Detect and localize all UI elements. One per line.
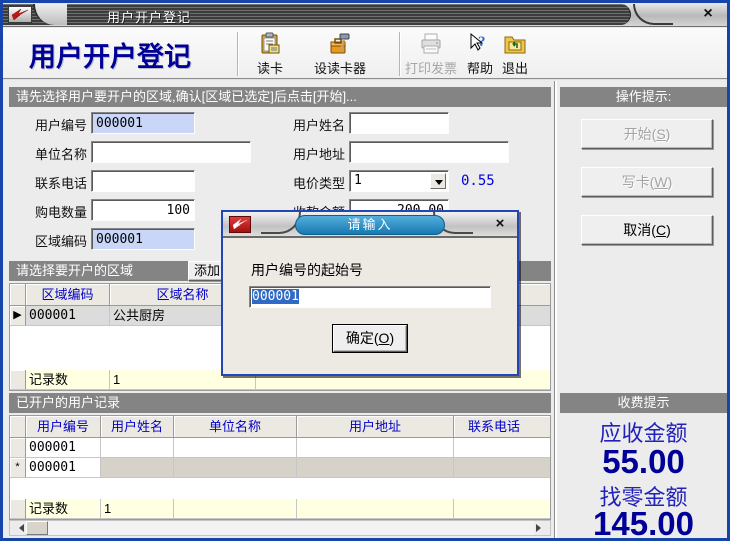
dialog-input-selected-text: 000001	[252, 289, 299, 304]
read-card-icon	[247, 31, 293, 57]
rec-row-user-number: 000001	[26, 438, 101, 458]
current-row-marker: ▶	[10, 306, 26, 326]
price-type-select[interactable]: 1	[349, 170, 449, 192]
rec-col-user-name[interactable]: 用户姓名	[101, 416, 174, 438]
cancel-button[interactable]: 取消(C)	[581, 215, 713, 245]
dialog-prompt: 用户编号的起始号	[251, 260, 363, 280]
rec-col-unit-name[interactable]: 单位名称	[174, 416, 297, 438]
start-button: 开始(S)	[581, 119, 713, 149]
records-section-header: 已开户的用户记录	[9, 393, 551, 413]
exit-button[interactable]: 退出	[493, 30, 537, 78]
print-invoice-icon	[393, 31, 469, 57]
titlebar-curve	[633, 4, 673, 25]
rec-col-phone[interactable]: 联系电话	[454, 416, 550, 438]
dialog-close-icon[interactable]: ×	[492, 215, 508, 233]
new-row-marker: *	[10, 458, 26, 478]
user-name-field[interactable]	[349, 112, 449, 134]
records-table: 用户编号 用户姓名 单位名称 用户地址 联系电话 000001 * 000001…	[9, 415, 551, 520]
table-row[interactable]: 000001	[10, 438, 550, 458]
rec-record-count-label: 记录数	[26, 499, 101, 519]
row-marker	[10, 438, 26, 458]
receivable-value: 55.00	[560, 443, 727, 481]
read-card-button[interactable]: 读卡	[247, 30, 293, 78]
dialog-input[interactable]: 000001	[249, 286, 491, 308]
fee-panel-header: 收费提示	[560, 393, 727, 413]
exit-icon	[493, 31, 537, 57]
table-row[interactable]: * 000001	[10, 458, 550, 478]
user-number-label: 用户编号	[19, 115, 87, 134]
area-col-code[interactable]: 区域编码	[26, 284, 110, 306]
user-address-field[interactable]	[349, 141, 509, 163]
rec-record-count-value: 1	[101, 499, 174, 519]
records-table-header: 用户编号 用户姓名 单位名称 用户地址 联系电话	[10, 416, 550, 438]
rec-col-address[interactable]: 用户地址	[297, 416, 454, 438]
print-invoice-button: 打印发票	[393, 30, 469, 78]
write-card-button: 写卡(W)	[581, 167, 713, 197]
scroll-left-icon[interactable]	[10, 521, 26, 535]
app-logo-icon	[8, 6, 32, 23]
titlebar[interactable]: 用户开户登记 ×	[3, 3, 727, 27]
scrollbar-thumb[interactable]	[26, 521, 48, 535]
area-code-label: 区域编码	[19, 231, 87, 250]
set-reader-icon	[303, 31, 377, 57]
area-row-code: 000001	[26, 306, 110, 326]
phone-label: 联系电话	[19, 173, 87, 192]
window-title: 用户开户登记	[107, 7, 191, 26]
main-window: 用户开户登记 × 用户开户登记 读卡	[0, 0, 730, 541]
set-reader-button[interactable]: 设读卡器	[303, 30, 377, 78]
purchase-qty-label: 购电数量	[19, 202, 87, 221]
price-rate-value: 0.55	[461, 173, 495, 189]
toolbar: 用户开户登记 读卡	[3, 28, 727, 80]
dialog-ok-button[interactable]: 确定(O)	[333, 325, 407, 352]
close-icon[interactable]: ×	[699, 5, 717, 23]
panel-divider	[555, 81, 557, 541]
user-name-label: 用户姓名	[281, 115, 345, 134]
unit-name-field[interactable]	[91, 141, 251, 163]
records-table-empty	[10, 478, 550, 499]
records-table-footer: 记录数 1	[10, 499, 550, 519]
set-reader-label: 设读卡器	[303, 58, 377, 77]
price-type-label: 电价类型	[281, 173, 345, 192]
area-code-field[interactable]	[91, 228, 195, 250]
print-invoice-label: 打印发票	[393, 58, 469, 77]
horizontal-scrollbar[interactable]	[9, 520, 551, 536]
user-number-field[interactable]	[91, 112, 195, 134]
purchase-qty-field[interactable]	[91, 199, 195, 221]
price-type-value: 1	[354, 173, 362, 188]
phone-field[interactable]	[91, 170, 195, 192]
ops-panel-header: 操作提示:	[560, 87, 727, 107]
chevron-down-icon[interactable]	[430, 173, 446, 189]
dialog-logo-icon	[229, 216, 251, 233]
page-title: 用户开户登记	[29, 35, 191, 74]
rec-row-user-number: 000001	[26, 458, 101, 478]
scroll-right-icon[interactable]	[534, 521, 550, 535]
unit-name-label: 单位名称	[19, 144, 87, 163]
area-record-count-label: 记录数	[26, 370, 110, 390]
rec-col-user-number[interactable]: 用户编号	[26, 416, 101, 438]
read-card-label: 读卡	[247, 58, 293, 77]
toolbar-separator	[237, 32, 238, 76]
dialog-title: 请输入	[295, 215, 445, 235]
input-dialog: 请输入 × 用户编号的起始号 000001 确定(O)	[221, 210, 519, 376]
form-section-header: 请先选择用户要开户的区域,确认[区域已选定]后点击[开始]...	[9, 87, 551, 107]
change-value: 145.00	[560, 505, 727, 541]
dialog-titlebar[interactable]: 请输入 ×	[223, 212, 517, 238]
titlebar-stripe-band	[3, 4, 631, 25]
exit-label: 退出	[493, 58, 537, 77]
user-address-label: 用户地址	[281, 144, 345, 163]
